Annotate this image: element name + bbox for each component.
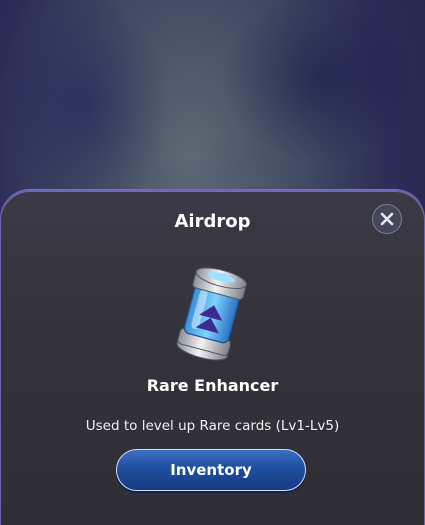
inventory-button-label: Inventory [170, 461, 252, 479]
inventory-button[interactable]: Inventory [116, 449, 306, 491]
rare-enhancer-icon [176, 267, 248, 361]
modal-title: Airdrop [174, 211, 251, 232]
close-button[interactable] [372, 204, 402, 234]
item-name: Rare Enhancer [146, 376, 279, 395]
close-icon [380, 212, 394, 226]
item-description: Used to level up Rare cards (Lv1-Lv5) [85, 418, 340, 434]
airdrop-modal: Airdrop Rare Enhancer Used to level up R… [0, 190, 425, 525]
